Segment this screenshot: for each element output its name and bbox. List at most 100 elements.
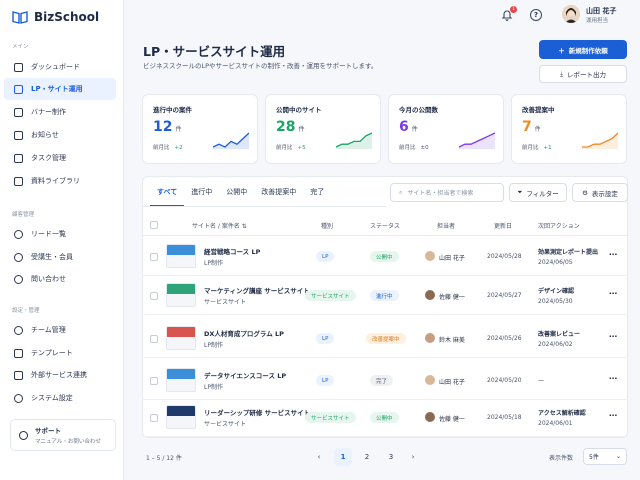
sidebar-item-banner[interactable]: バナー制作 [4, 101, 116, 123]
help-icon[interactable]: ? [530, 9, 542, 21]
status-badge: 公開中 [370, 251, 399, 262]
sidebar-item-library[interactable]: 資料ライブラリ [4, 170, 116, 192]
book-logo-icon [12, 11, 28, 24]
table-row[interactable]: データサイエンスコース LP LP制作 LP 完了 山田 花子 2024/05/20 — ⋯ [142, 362, 628, 400]
sidebar-item-members[interactable]: 受講生・会員 [4, 246, 116, 268]
more-options-icon[interactable]: ⋯ [609, 250, 618, 259]
sidebar-item-label: システム設定 [31, 394, 73, 402]
page-3-button[interactable]: 3 [382, 448, 400, 466]
column-type: 種別 [321, 223, 334, 230]
nav-section-customers-label: 顧客管理 [12, 212, 35, 218]
more-options-icon[interactable]: ⋯ [609, 411, 618, 420]
user-name[interactable]: 山田 花子 [586, 6, 616, 16]
row-title[interactable]: 経営戦略コース LP [204, 246, 260, 256]
sidebar-item-news[interactable]: お知らせ [4, 124, 116, 146]
sidebar-item-dashboard[interactable]: ダッシュボード [4, 56, 116, 78]
page-2-button[interactable]: 2 [358, 448, 376, 466]
row-updated: 2024/05/20 [487, 377, 522, 384]
row-next-date: 2024/06/05 [538, 259, 573, 266]
kpi-compare: 前月比 +2 [153, 143, 183, 151]
tab-all[interactable]: すべて [150, 187, 185, 207]
more-options-icon[interactable]: ⋯ [609, 289, 618, 298]
filter-icon: ⏷ [517, 188, 523, 196]
select-all-checkbox[interactable] [150, 221, 158, 229]
kpi-compare-label: 前月比 [276, 145, 293, 151]
support-card[interactable]: サポート マニュアル・お問い合わせ [10, 419, 116, 451]
assignee-avatar [425, 375, 435, 385]
assignee-avatar [425, 412, 435, 422]
more-options-icon[interactable]: ⋯ [609, 332, 618, 341]
sidebar-item-tasks[interactable]: タスク管理 [4, 147, 116, 169]
sidebar-item-label: リード一覧 [31, 230, 66, 238]
kpi-unit: 件 [298, 126, 305, 133]
status-badge: 公開中 [370, 412, 399, 423]
kpi-compare-label: 前月比 [522, 145, 539, 151]
table-row[interactable]: マーケティング講座 サービスサイト サービスサイト サービスサイト 進行中 佐藤 健一 2… [142, 277, 628, 315]
tab-in-progress[interactable]: 進行中 [184, 187, 219, 203]
page-size-value: 5件 [589, 454, 599, 461]
people-icon [14, 229, 23, 239]
row-checkbox[interactable] [150, 335, 158, 343]
status-badge: 進行中 [370, 290, 399, 301]
kpi-number: 12 [153, 119, 173, 135]
sidebar-item-lp-site[interactable]: LP・サイト運用 [4, 78, 116, 100]
sidebar-item-leads[interactable]: リード一覧 [4, 223, 116, 245]
display-settings-button[interactable]: ⚙ 表示設定 [572, 183, 628, 202]
page-1-button[interactable]: 1 [334, 448, 352, 466]
row-checkbox[interactable] [150, 292, 158, 300]
row-next-date: 2024/06/02 [538, 341, 573, 348]
sidebar-item-team[interactable]: チーム管理 [4, 319, 116, 341]
column-assignee: 担当者 [437, 223, 456, 230]
kpi-unit: 件 [534, 126, 541, 133]
search-input[interactable]: ⌕ サイト名・担当者で検索 [390, 183, 504, 202]
page-size-label: 表示件数 [549, 455, 574, 462]
row-category: LP制作 [204, 384, 223, 391]
support-subtitle: マニュアル・お問い合わせ [35, 439, 101, 445]
more-options-icon[interactable]: ⋯ [609, 374, 618, 383]
row-title[interactable]: リーダーシップ研修 サービスサイト [204, 407, 310, 417]
kpi-number: 28 [276, 119, 296, 135]
row-title[interactable]: マーケティング講座 サービスサイト [204, 285, 310, 295]
kpi-value: 6件 [399, 119, 418, 135]
sidebar-item-label: 資料ライブラリ [31, 177, 80, 185]
kpi-delta: +1 [543, 145, 552, 151]
sidebar-item-integrations[interactable]: 外部サービス連携 [4, 364, 116, 386]
kpi-unit: 件 [175, 126, 182, 133]
row-updated: 2024/05/18 [487, 414, 522, 421]
column-updated: 更新日 [494, 223, 513, 230]
kpi-compare-label: 前月比 [399, 145, 416, 151]
row-title[interactable]: DX人材育成プログラム LP [204, 328, 284, 338]
next-page-button[interactable]: › [404, 448, 422, 466]
filter-button[interactable]: ⏷ フィルター [509, 183, 567, 202]
export-report-button[interactable]: ⤓ レポート出力 [539, 65, 627, 83]
tab-published[interactable]: 公開中 [219, 187, 254, 203]
kpi-delta: +5 [297, 145, 306, 151]
sidebar-item-templates[interactable]: テンプレート [4, 342, 116, 364]
table-row[interactable]: 経営戦略コース LP LP制作 LP 公開中 山田 花子 2024/05/28 効果測定レポ… [142, 238, 628, 276]
tab-improvement[interactable]: 改善提案中 [254, 187, 303, 203]
tab-completed[interactable]: 完了 [303, 187, 331, 203]
row-checkbox[interactable] [150, 253, 158, 261]
table-row[interactable]: DX人材育成プログラム LP LP制作 LP 改善提案中 鈴木 麻美 2024/05/26… [142, 320, 628, 358]
row-title[interactable]: データサイエンスコース LP [204, 370, 286, 380]
sidebar-item-inquiries[interactable]: 問い合わせ [4, 268, 116, 290]
kpi-card-monthly-published: 今月の公開数 6件 前月比 ±0 [388, 94, 504, 164]
page-size-select[interactable]: 5件 ⌄ [583, 448, 627, 465]
sidebar-item-system-settings[interactable]: システム設定 [4, 387, 116, 409]
app-logo[interactable]: BizSchool [12, 10, 99, 24]
avatar[interactable] [562, 5, 580, 23]
prev-page-button[interactable]: ‹ [310, 448, 328, 466]
kpi-compare: 前月比 ±0 [399, 143, 429, 151]
row-checkbox[interactable] [150, 414, 158, 422]
sort-icon: ⇅ [241, 223, 247, 230]
column-label: サイト名 / 案件名 [192, 223, 240, 230]
row-checkbox[interactable] [150, 377, 158, 385]
user-role: 運用担当 [586, 18, 609, 24]
column-site-name[interactable]: サイト名 / 案件名 ⇅ [192, 221, 247, 230]
notification-badge: 1 [510, 6, 517, 13]
new-request-button[interactable]: ＋新規制作依頼 [539, 40, 627, 59]
chevron-down-icon: ⌄ [615, 453, 621, 460]
status-badge: 完了 [370, 375, 394, 386]
kpi-card-improvement: 改善提案中 7件 前月比 +1 [511, 94, 627, 164]
table-row[interactable]: リーダーシップ研修 サービスサイト サービスサイト サービスサイト 公開中 佐藤 健一 2… [142, 399, 628, 437]
